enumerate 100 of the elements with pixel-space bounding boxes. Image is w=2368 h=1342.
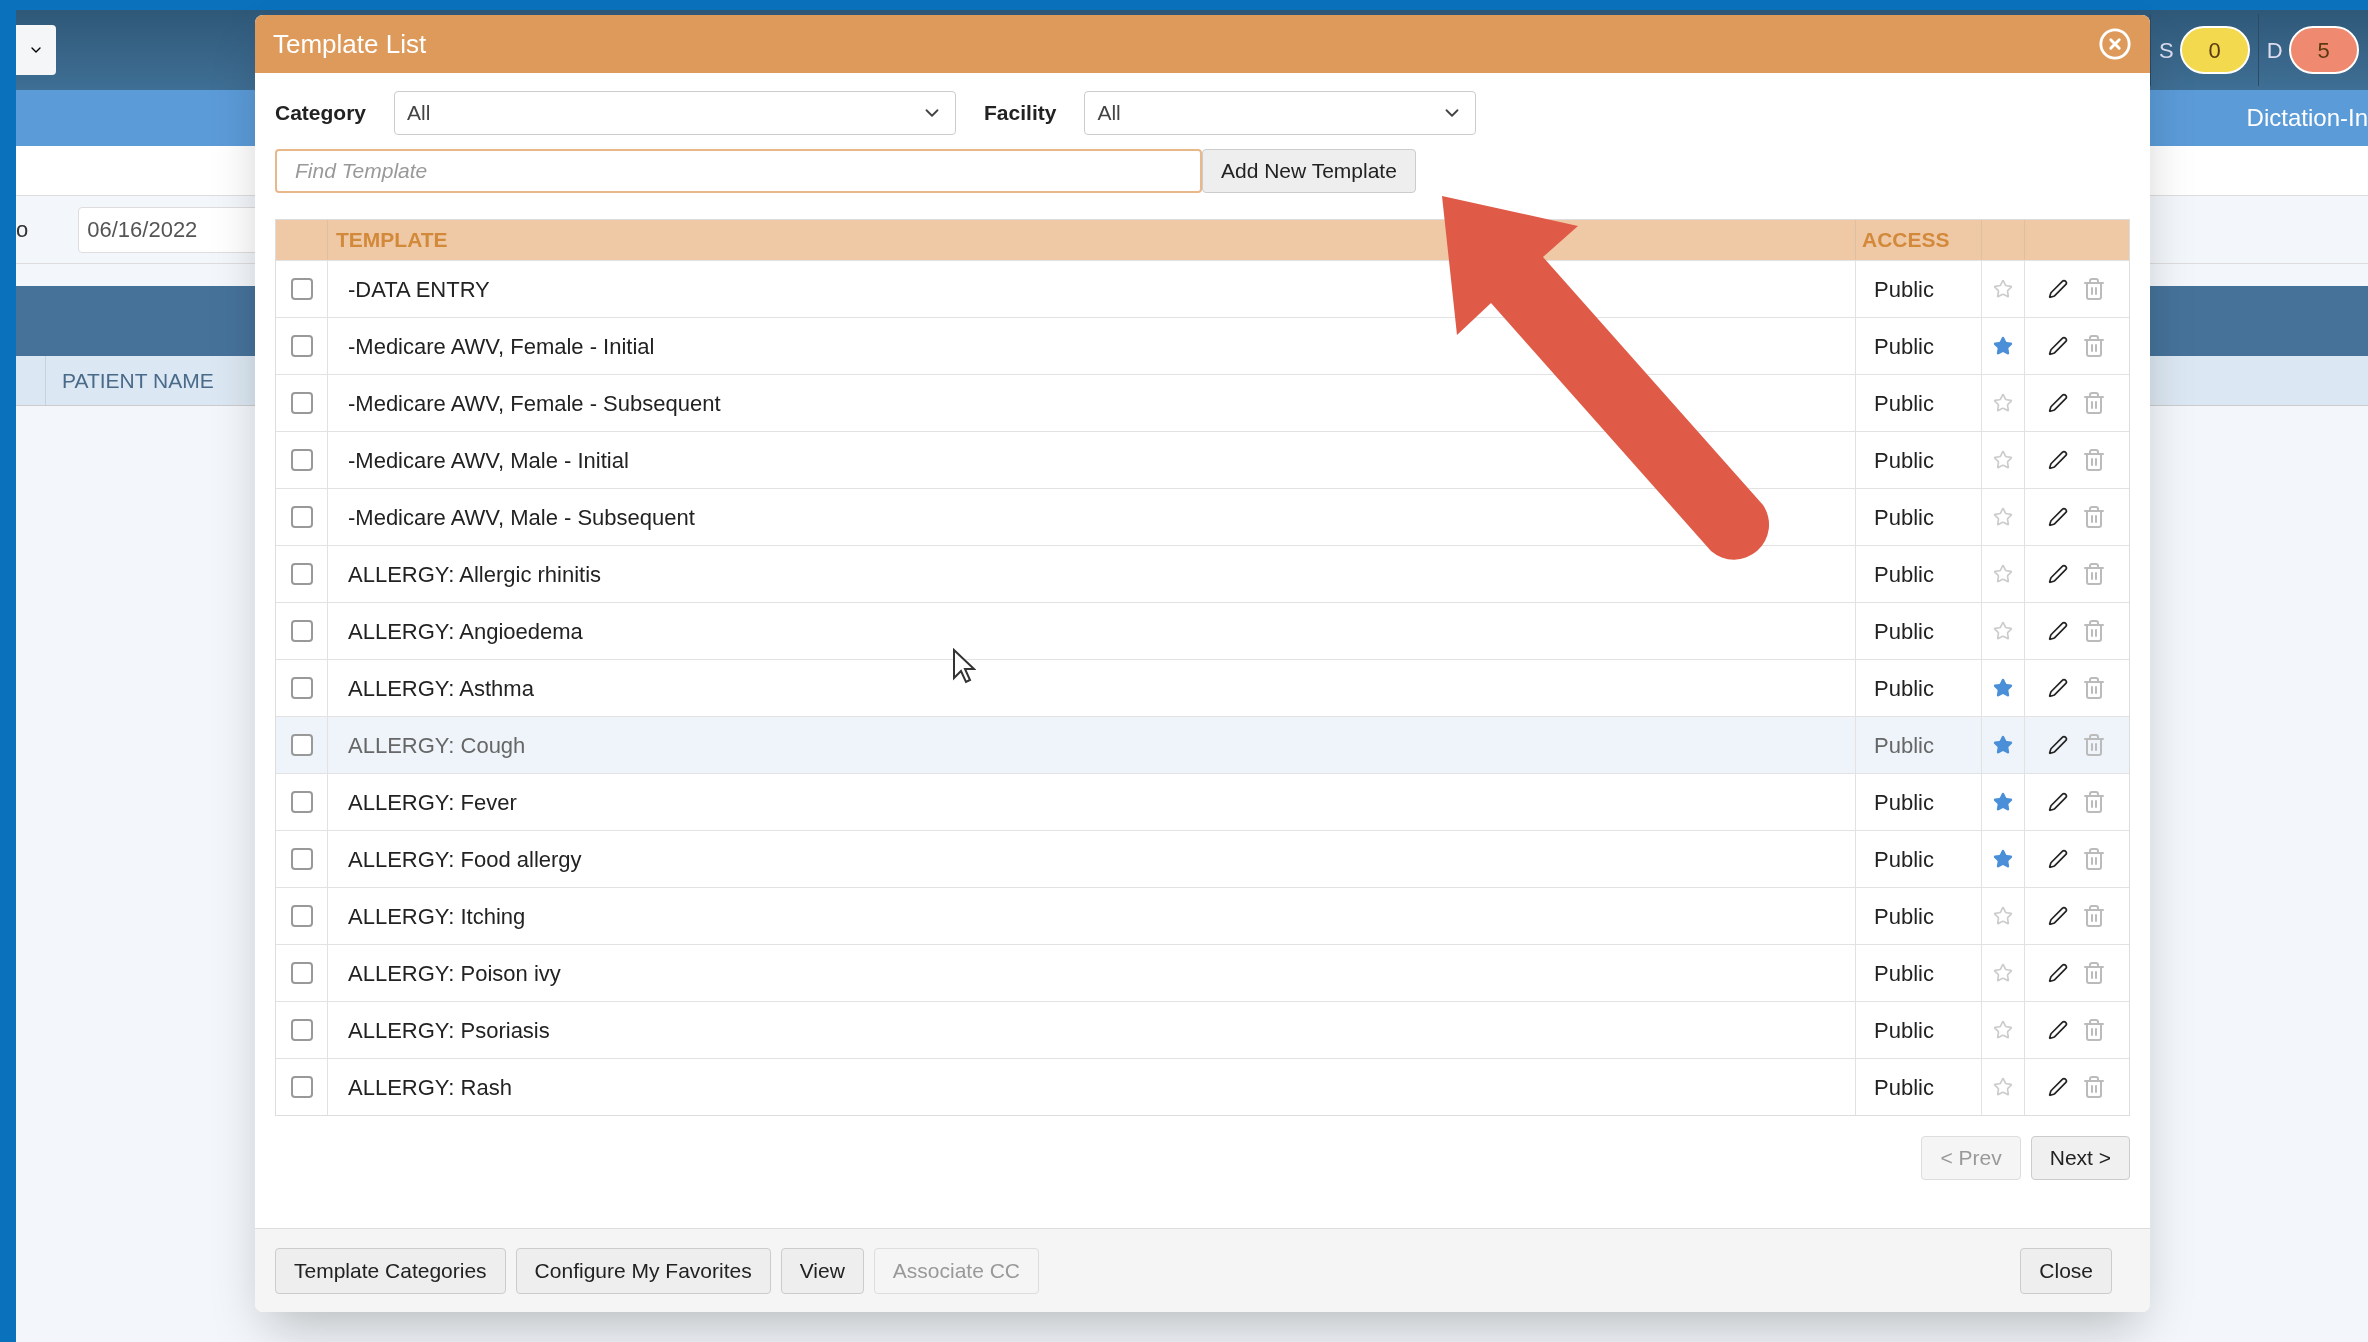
table-row[interactable]: ALLERGY: Asthma Public (276, 659, 2129, 716)
table-row[interactable]: ALLERGY: Fever Public (276, 773, 2129, 830)
checkbox[interactable] (290, 791, 313, 813)
trash-icon[interactable] (2082, 847, 2106, 871)
access-label: Public (1874, 1073, 1934, 1102)
star-icon[interactable] (1993, 507, 2013, 527)
template-name: ALLERGY: Rash (348, 1073, 512, 1102)
table-row[interactable]: ALLERGY: Food allergy Public (276, 830, 2129, 887)
trash-icon[interactable] (2082, 277, 2106, 301)
table-row[interactable]: ALLERGY: Poison ivy Public (276, 944, 2129, 1001)
star-icon[interactable] (1993, 735, 2013, 755)
access-label: Public (1874, 446, 1934, 475)
filter-label: Facility (984, 100, 1057, 127)
checkbox[interactable] (290, 677, 313, 699)
table-row[interactable]: ALLERGY: Cough Public (276, 716, 2129, 773)
trash-icon[interactable] (2082, 790, 2106, 814)
trash-icon[interactable] (2082, 391, 2106, 415)
trash-icon[interactable] (2082, 334, 2106, 358)
star-icon[interactable] (1993, 849, 2013, 869)
table-row[interactable]: -Medicare AWV, Female - Initial Public (276, 317, 2129, 374)
checkbox[interactable] (290, 563, 313, 585)
star-icon[interactable] (1993, 678, 2013, 698)
table-row[interactable]: -Medicare AWV, Male - Initial Public (276, 431, 2129, 488)
star-icon[interactable] (1993, 906, 2013, 926)
table-row[interactable]: ALLERGY: Rash Public (276, 1058, 2129, 1115)
template-name: ALLERGY: Cough (348, 731, 526, 760)
pen-icon[interactable] (2048, 906, 2068, 926)
pen-icon[interactable] (2048, 336, 2068, 356)
checkbox[interactable] (290, 278, 313, 300)
checkbox[interactable] (290, 392, 313, 414)
pen-icon[interactable] (2048, 564, 2068, 584)
star-icon[interactable] (1993, 1020, 2013, 1040)
table-row[interactable]: ALLERGY: Itching Public (276, 887, 2129, 944)
star-icon[interactable] (1993, 564, 2013, 584)
footer-button[interactable]: Template Categories (275, 1247, 506, 1294)
pen-icon[interactable] (2048, 450, 2068, 470)
star-icon[interactable] (1993, 393, 2013, 413)
checkbox[interactable] (290, 1076, 313, 1098)
checkbox[interactable] (290, 905, 313, 927)
checkbox[interactable] (290, 1019, 313, 1041)
trash-icon[interactable] (2082, 961, 2106, 985)
pager-button[interactable]: Next > (2030, 1136, 2130, 1180)
close-icon[interactable] (2098, 27, 2132, 61)
add-template-button[interactable]: Add New Template (1202, 149, 1416, 193)
star-icon[interactable] (1993, 963, 2013, 983)
template-name: ALLERGY: Psoriasis (348, 1016, 550, 1045)
trash-icon[interactable] (2082, 676, 2106, 700)
trash-icon[interactable] (2082, 1018, 2106, 1042)
footer-button[interactable]: Configure My Favorites (515, 1247, 771, 1294)
template-name: -Medicare AWV, Female - Initial (348, 332, 655, 361)
pen-icon[interactable] (2048, 678, 2068, 698)
template-name: ALLERGY: Food allergy (348, 845, 582, 874)
search-field[interactable]: Find Template (275, 149, 1202, 193)
trash-icon[interactable] (2082, 733, 2106, 757)
checkbox[interactable] (290, 734, 313, 756)
template-name: -DATA ENTRY (348, 275, 490, 304)
trash-icon[interactable] (2082, 505, 2106, 529)
template-name: -Medicare AWV, Male - Initial (348, 446, 629, 475)
star-icon[interactable] (1993, 621, 2013, 641)
checkbox[interactable] (290, 848, 313, 870)
trash-icon[interactable] (2082, 562, 2106, 586)
pen-icon[interactable] (2048, 963, 2068, 983)
close-button[interactable]: Close (2020, 1247, 2112, 1294)
star-icon[interactable] (1993, 279, 2013, 299)
trash-icon[interactable] (2082, 904, 2106, 928)
table-row[interactable]: ALLERGY: Psoriasis Public (276, 1001, 2129, 1058)
pen-icon[interactable] (2048, 621, 2068, 641)
pen-icon[interactable] (2048, 792, 2068, 812)
checkbox[interactable] (290, 335, 313, 357)
trash-icon[interactable] (2082, 1075, 2106, 1099)
table-row[interactable]: -Medicare AWV, Male - Subsequent Public (276, 488, 2129, 545)
star-icon[interactable] (1993, 1077, 2013, 1097)
star-icon[interactable] (1993, 450, 2013, 470)
table-row[interactable]: ALLERGY: Angioedema Public (276, 602, 2129, 659)
star-icon[interactable] (1993, 792, 2013, 812)
cursor-icon (953, 648, 976, 684)
pen-icon[interactable] (2048, 393, 2068, 413)
pen-icon[interactable] (2048, 507, 2068, 527)
star-icon[interactable] (1993, 336, 2013, 356)
checkbox[interactable] (290, 449, 313, 471)
badge-label: D (2266, 36, 2283, 65)
dropdown-toggle[interactable] (16, 25, 56, 75)
pen-icon[interactable] (2048, 849, 2068, 869)
access-label: Public (1874, 1016, 1934, 1045)
table-row[interactable]: -DATA ENTRY Public (276, 260, 2129, 317)
table-row[interactable]: -Medicare AWV, Female - Subsequent Public (276, 374, 2129, 431)
pen-icon[interactable] (2048, 279, 2068, 299)
checkbox[interactable] (290, 506, 313, 528)
access-label: Public (1874, 617, 1934, 646)
checkbox[interactable] (290, 962, 313, 984)
trash-icon[interactable] (2082, 619, 2106, 643)
select-field[interactable]: All (394, 91, 957, 135)
table-row[interactable]: ALLERGY: Allergic rhinitis Public (276, 545, 2129, 602)
pen-icon[interactable] (2048, 1020, 2068, 1040)
pen-icon[interactable] (2048, 735, 2068, 755)
footer-button[interactable]: View (780, 1247, 864, 1294)
checkbox[interactable] (290, 620, 313, 642)
pen-icon[interactable] (2048, 1077, 2068, 1097)
select-field[interactable]: All (1084, 91, 1477, 135)
trash-icon[interactable] (2082, 448, 2106, 472)
